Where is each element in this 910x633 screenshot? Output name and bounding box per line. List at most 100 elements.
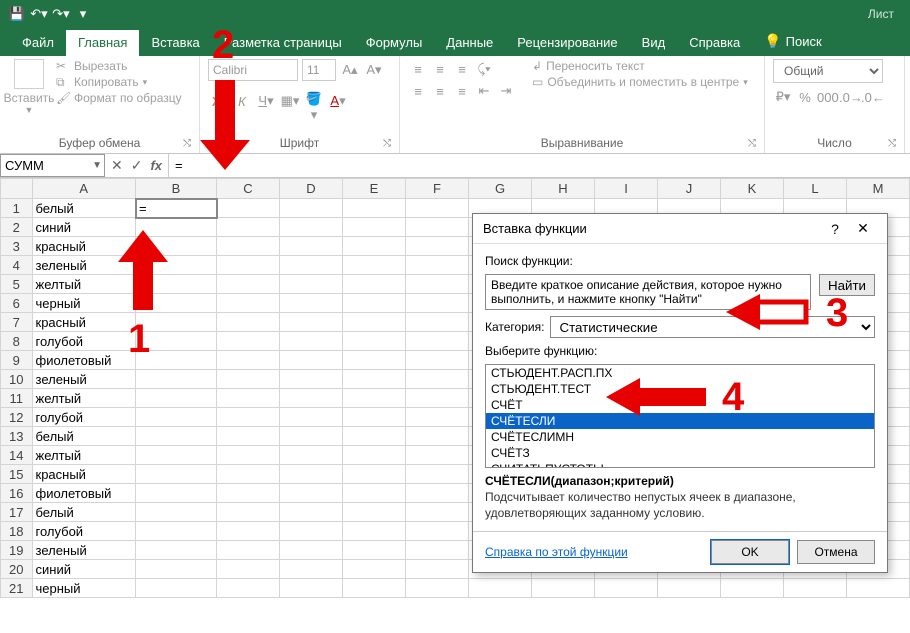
cell[interactable]: желтый: [32, 389, 136, 408]
cell[interactable]: голубой: [32, 522, 136, 541]
help-link[interactable]: Справка по этой функции: [485, 545, 628, 559]
cell[interactable]: [280, 199, 343, 218]
row-header[interactable]: 20: [1, 560, 33, 579]
row-header[interactable]: 12: [1, 408, 33, 427]
cell[interactable]: белый: [32, 503, 136, 522]
row-header[interactable]: 17: [1, 503, 33, 522]
cell[interactable]: [532, 579, 595, 598]
shrink-font-button[interactable]: A▾: [364, 60, 384, 80]
function-listbox[interactable]: СТЬЮДЕНТ.РАСП.ПХСТЬЮДЕНТ.ТЕСТСЧЁТСЧЁТЕСЛ…: [485, 364, 875, 468]
cell[interactable]: [217, 503, 280, 522]
cell[interactable]: [136, 275, 217, 294]
cell[interactable]: фиолетовый: [32, 351, 136, 370]
cell[interactable]: [136, 541, 217, 560]
cell[interactable]: [217, 275, 280, 294]
copy-button[interactable]: ⧉Копировать ▾: [56, 75, 182, 89]
cell[interactable]: [280, 370, 343, 389]
cell[interactable]: [595, 579, 658, 598]
inc-decimal-button[interactable]: .0→: [839, 87, 859, 107]
cell[interactable]: [280, 275, 343, 294]
number-format-select[interactable]: Общий: [773, 59, 883, 83]
merge-center-button[interactable]: ▭Объединить и поместить в центре ▾: [532, 75, 748, 89]
dialog-launcher-icon[interactable]: ⤭: [383, 138, 391, 149]
orientation-button[interactable]: ⤹▾: [474, 59, 494, 79]
align-center-button[interactable]: ≡: [430, 81, 450, 101]
cell[interactable]: [217, 370, 280, 389]
name-box[interactable]: СУММ ▼: [0, 154, 105, 177]
align-bottom-button[interactable]: ≡: [452, 59, 472, 79]
cell[interactable]: [343, 408, 406, 427]
col-header[interactable]: L: [784, 179, 847, 199]
col-header[interactable]: H: [532, 179, 595, 199]
tell-me-search[interactable]: 💡 Поиск: [752, 28, 833, 56]
cell[interactable]: [280, 541, 343, 560]
borders-button[interactable]: ▦▾: [280, 91, 300, 111]
col-header[interactable]: C: [217, 179, 280, 199]
cell[interactable]: [406, 427, 469, 446]
fill-color-button[interactable]: 🪣▾: [304, 91, 324, 111]
function-list-item[interactable]: СТЬЮДЕНТ.ТЕСТ: [486, 381, 874, 397]
percent-button[interactable]: %: [795, 87, 815, 107]
redo-icon[interactable]: ↷▾: [50, 3, 72, 25]
cell[interactable]: [280, 427, 343, 446]
col-header[interactable]: J: [658, 179, 721, 199]
tab-data[interactable]: Данные: [434, 30, 505, 56]
cell[interactable]: [136, 237, 217, 256]
cell[interactable]: [217, 313, 280, 332]
col-header[interactable]: B: [136, 179, 217, 199]
cell[interactable]: [136, 313, 217, 332]
row-header[interactable]: 21: [1, 579, 33, 598]
cell[interactable]: [136, 484, 217, 503]
cell[interactable]: [217, 484, 280, 503]
cell[interactable]: [406, 541, 469, 560]
cell[interactable]: желтый: [32, 446, 136, 465]
tab-help[interactable]: Справка: [677, 30, 752, 56]
cell[interactable]: [280, 465, 343, 484]
cell[interactable]: [343, 579, 406, 598]
cell[interactable]: [406, 560, 469, 579]
cell[interactable]: [343, 256, 406, 275]
cell[interactable]: [343, 541, 406, 560]
bold-button[interactable]: Ж: [208, 91, 228, 111]
cell[interactable]: красный: [32, 313, 136, 332]
cell[interactable]: красный: [32, 465, 136, 484]
row-header[interactable]: 10: [1, 370, 33, 389]
function-search-input[interactable]: Введите краткое описание действия, котор…: [485, 274, 811, 310]
select-all-corner[interactable]: [1, 179, 33, 199]
cell[interactable]: [136, 560, 217, 579]
function-list-item[interactable]: СЧЁТ: [486, 397, 874, 413]
cell[interactable]: [136, 294, 217, 313]
cell[interactable]: [136, 503, 217, 522]
cell[interactable]: [280, 218, 343, 237]
row-header[interactable]: 5: [1, 275, 33, 294]
cell[interactable]: [217, 541, 280, 560]
font-name-select[interactable]: [208, 59, 298, 81]
cell[interactable]: [136, 446, 217, 465]
cell[interactable]: [343, 332, 406, 351]
cell[interactable]: фиолетовый: [32, 484, 136, 503]
col-header[interactable]: E: [343, 179, 406, 199]
dec-decimal-button[interactable]: .0←: [861, 87, 881, 107]
col-header[interactable]: A: [32, 179, 136, 199]
cell[interactable]: [280, 560, 343, 579]
col-header[interactable]: D: [280, 179, 343, 199]
chevron-down-icon[interactable]: ▼: [92, 160, 102, 171]
cell[interactable]: [217, 465, 280, 484]
cell[interactable]: [343, 503, 406, 522]
cell[interactable]: [406, 275, 469, 294]
align-top-button[interactable]: ≡: [408, 59, 428, 79]
close-icon[interactable]: ✕: [849, 220, 877, 237]
tab-file[interactable]: Файл: [10, 30, 66, 56]
tab-insert[interactable]: Вставка: [139, 30, 211, 56]
font-size-select[interactable]: [302, 59, 336, 81]
cell[interactable]: [217, 332, 280, 351]
cell[interactable]: [343, 522, 406, 541]
function-list-item[interactable]: СТЬЮДЕНТ.РАСП.ПХ: [486, 365, 874, 381]
cell[interactable]: белый: [32, 427, 136, 446]
cell[interactable]: [406, 351, 469, 370]
dialog-launcher-icon[interactable]: ⤭: [183, 138, 191, 149]
cell[interactable]: =: [136, 199, 217, 218]
cell[interactable]: [280, 351, 343, 370]
cell[interactable]: [343, 389, 406, 408]
cell[interactable]: [847, 579, 910, 598]
